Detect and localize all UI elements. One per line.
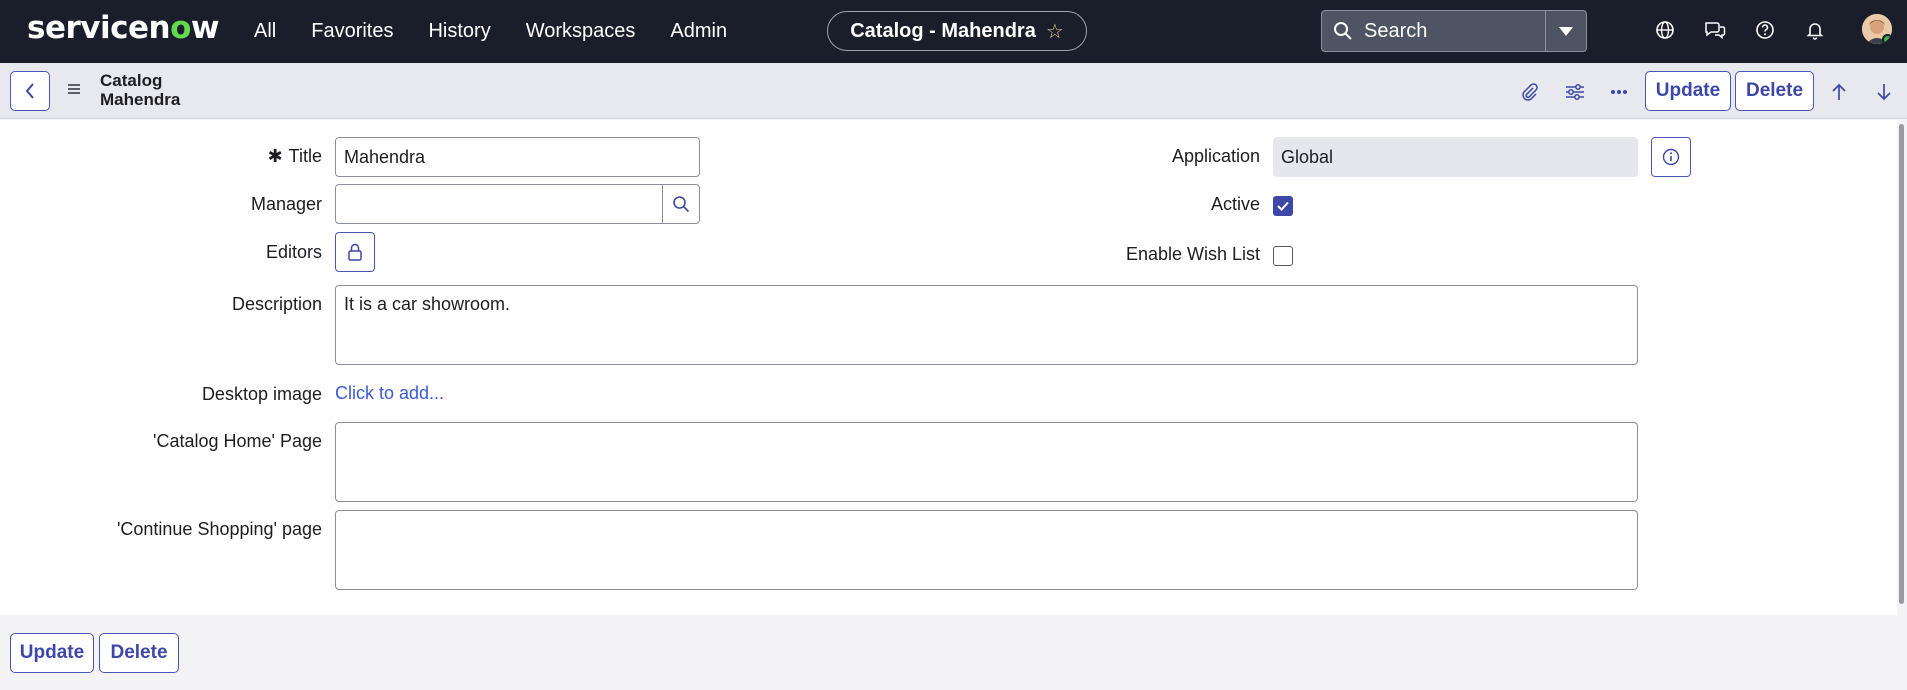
nav-history[interactable]: History: [428, 20, 490, 43]
user-avatar[interactable]: [1862, 14, 1892, 44]
header-delete-button[interactable]: Delete: [1735, 71, 1814, 111]
form-header: Catalog Mahendra Update Delete: [0, 63, 1907, 119]
title-label: ✱ Title: [267, 146, 322, 166]
active-label: Active: [1210, 194, 1260, 214]
online-status-dot: [1882, 34, 1892, 44]
bell-icon[interactable]: [1802, 17, 1828, 43]
nav-admin[interactable]: Admin: [670, 20, 727, 43]
search-icon: [1322, 21, 1364, 41]
wish-list-checkbox[interactable]: [1273, 246, 1293, 266]
required-asterisk-icon: ✱: [267, 146, 283, 166]
manager-input[interactable]: [335, 184, 663, 224]
header-update-button[interactable]: Update: [1645, 71, 1731, 111]
editors-label: Editors: [265, 242, 322, 262]
description-textarea[interactable]: It is a car showroom.: [335, 285, 1638, 365]
settings-sliders-icon[interactable]: [1563, 80, 1587, 104]
nav-favorites[interactable]: Favorites: [311, 20, 393, 43]
search-scope-dropdown[interactable]: [1545, 11, 1586, 51]
application-label: Application: [1171, 146, 1260, 166]
nav-all[interactable]: All: [254, 20, 276, 43]
chevron-down-icon: [1559, 26, 1573, 36]
application-field: Global: [1273, 137, 1638, 177]
continue-shopping-textarea[interactable]: [335, 510, 1638, 590]
catalog-home-textarea[interactable]: [335, 422, 1638, 502]
desktop-image-add-link[interactable]: Click to add...: [335, 383, 444, 404]
star-icon[interactable]: ☆: [1046, 19, 1064, 44]
servicenow-logo[interactable]: servicenow: [27, 10, 220, 46]
record-title: Catalog Mahendra: [100, 71, 180, 109]
continue-shopping-label: 'Continue Shopping' page: [116, 519, 322, 539]
record-type: Catalog: [100, 71, 163, 90]
active-checkbox[interactable]: [1273, 196, 1293, 216]
desktop-image-label: Desktop image: [201, 384, 322, 404]
footer-update-button[interactable]: Update: [10, 633, 94, 673]
context-title-pill[interactable]: Catalog - Mahendra ☆: [827, 11, 1087, 51]
context-title: Catalog - Mahendra: [850, 19, 1036, 42]
editors-unlock-button[interactable]: [335, 232, 375, 272]
lock-icon: [348, 243, 362, 261]
arrow-up-icon[interactable]: [1827, 80, 1851, 104]
info-icon: [1662, 148, 1680, 166]
chevron-left-icon: [25, 83, 34, 99]
wish-list-label: Enable Wish List: [1125, 244, 1260, 264]
title-input[interactable]: Mahendra: [335, 137, 700, 177]
scrollbar-thumb[interactable]: [1899, 124, 1904, 604]
search-input[interactable]: Search: [1364, 20, 1545, 43]
catalog-home-label: 'Catalog Home' Page: [153, 431, 322, 451]
checkmark-icon: [1277, 201, 1289, 211]
globe-icon[interactable]: [1652, 17, 1678, 43]
nav-links: All Favorites History Workspaces Admin: [254, 0, 727, 63]
form-body: ✱ Title Mahendra Manager Editors Applicat…: [0, 120, 1897, 615]
page-scrollbar[interactable]: [1897, 120, 1907, 690]
footer-delete-button[interactable]: Delete: [99, 633, 179, 673]
chat-icon[interactable]: [1702, 17, 1728, 43]
top-navigation: servicenow All Favorites History Workspa…: [0, 0, 1907, 63]
search-icon: [673, 196, 690, 213]
help-icon[interactable]: [1752, 17, 1778, 43]
nav-workspaces[interactable]: Workspaces: [526, 20, 636, 43]
record-name: Mahendra: [100, 90, 181, 109]
paperclip-icon[interactable]: [1517, 80, 1541, 104]
top-icons: [1652, 17, 1828, 43]
global-search[interactable]: Search: [1321, 10, 1587, 52]
arrow-down-icon[interactable]: [1872, 80, 1896, 104]
description-label: Description: [231, 294, 322, 314]
back-button[interactable]: [10, 71, 50, 111]
form-menu-icon[interactable]: [66, 82, 82, 101]
manager-lookup-button[interactable]: [662, 184, 700, 224]
more-options-icon[interactable]: [1607, 80, 1631, 104]
manager-label: Manager: [250, 194, 322, 214]
application-info-button[interactable]: [1651, 137, 1691, 177]
